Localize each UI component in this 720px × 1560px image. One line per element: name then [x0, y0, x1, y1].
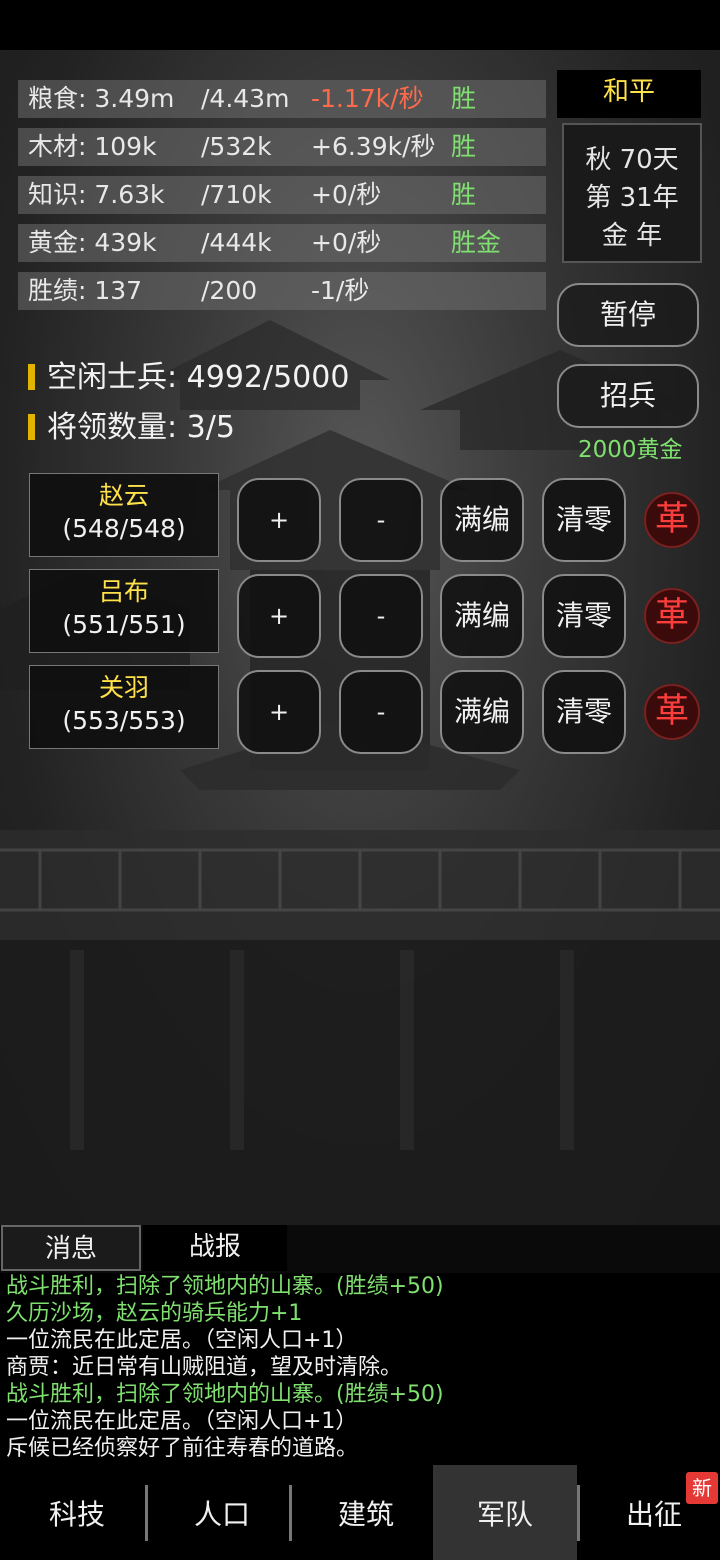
resource-max: /532k — [201, 132, 272, 161]
fill-troops-button[interactable]: 满编 — [440, 574, 524, 658]
general-name: 关羽 — [98, 673, 149, 702]
general-troops: (548/548) — [62, 514, 186, 543]
fill-troops-button[interactable]: 满编 — [440, 478, 524, 562]
resource-max: /710k — [201, 180, 272, 209]
resource-name: 黄金: 439k — [28, 228, 157, 257]
dismiss-general-button[interactable]: 革 — [644, 588, 700, 644]
nav-army[interactable]: 军队 — [433, 1465, 577, 1560]
bottom-nav: 科技 人口 建筑 军队 出征 — [0, 1465, 720, 1560]
add-troops-button[interactable]: + — [237, 478, 321, 562]
resource-tag: 胜 — [451, 180, 477, 209]
dismiss-general-button[interactable]: 革 — [644, 492, 700, 548]
fill-troops-button[interactable]: 满编 — [440, 670, 524, 754]
remove-troops-button[interactable]: - — [339, 478, 423, 562]
resource-row-food: 粮食: 3.49m /4.43m -1.17k/秒 胜 — [18, 80, 546, 118]
general-card-guanyu[interactable]: 关羽 (553/553) — [29, 665, 219, 749]
message-log[interactable]: 战斗胜利，扫除了领地内的山寨。(胜绩+50) 久历沙场，赵云的骑兵能力+1 一位… — [0, 1273, 720, 1465]
resource-tag: 胜金 — [451, 228, 502, 257]
resource-rate: +6.39k/秒 — [311, 132, 436, 161]
remove-troops-button[interactable]: - — [339, 574, 423, 658]
resource-row-victory: 胜绩: 137 /200 -1/秒 — [18, 272, 546, 310]
general-count-stat: 将领数量: 3/5 — [28, 402, 235, 446]
game-screen: 粮食: 3.49m /4.43m -1.17k/秒 胜 木材: 109k /53… — [0, 0, 720, 1560]
add-troops-button[interactable]: + — [237, 670, 321, 754]
resource-row-gold: 黄金: 439k /444k +0/秒 胜金 — [18, 224, 546, 262]
resource-rate: -1/秒 — [311, 276, 370, 305]
clear-troops-button[interactable]: 清零 — [542, 670, 626, 754]
log-tabs: 消息 战报 — [0, 1225, 720, 1273]
peace-status: 和平 — [557, 70, 701, 118]
clear-troops-button[interactable]: 清零 — [542, 574, 626, 658]
general-name: 吕布 — [98, 577, 149, 606]
resource-tag: 胜 — [451, 84, 477, 113]
nav-buildings[interactable]: 建筑 — [294, 1465, 438, 1560]
bullet-bar-icon — [28, 364, 35, 390]
log-line: 一位流民在此定居。（空闲人口+1） — [6, 1328, 358, 1353]
season-day: 秋 70天 — [585, 145, 679, 175]
recruit-cost: 2000黄金 — [578, 437, 683, 463]
resource-row-wood: 木材: 109k /532k +6.39k/秒 胜 — [18, 128, 546, 166]
clear-troops-button[interactable]: 清零 — [542, 478, 626, 562]
add-troops-button[interactable]: + — [237, 574, 321, 658]
nav-divider — [577, 1485, 580, 1541]
nav-divider — [289, 1485, 292, 1541]
resource-tag: 胜 — [451, 132, 477, 161]
element-year: 金 年 — [601, 221, 663, 251]
log-line: 商贾：近日常有山贼阻道，望及时清除。 — [6, 1355, 403, 1380]
nav-divider — [145, 1485, 148, 1541]
nav-tech[interactable]: 科技 — [5, 1465, 149, 1560]
system-status-bar — [0, 0, 720, 50]
resource-rate: -1.17k/秒 — [311, 84, 424, 113]
log-line: 久历沙场，赵云的骑兵能力+1 — [6, 1301, 303, 1326]
general-troops: (551/551) — [62, 610, 186, 639]
idle-soldiers-text: 空闲士兵: 4992/5000 — [47, 360, 350, 395]
general-name: 赵云 — [98, 481, 149, 510]
resource-name: 粮食: 3.49m — [28, 84, 175, 113]
new-badge: 新 — [686, 1472, 718, 1504]
resource-max: /4.43m — [201, 84, 290, 113]
log-line: 一位流民在此定居。（空闲人口+1） — [6, 1409, 358, 1434]
recruit-button[interactable]: 招兵 — [557, 364, 699, 428]
resource-rate: +0/秒 — [311, 180, 382, 209]
general-troops: (553/553) — [62, 706, 186, 735]
resource-row-knowledge: 知识: 7.63k /710k +0/秒 胜 — [18, 176, 546, 214]
bullet-bar-icon — [28, 414, 35, 440]
remove-troops-button[interactable]: - — [339, 670, 423, 754]
log-line: 战斗胜利，扫除了领地内的山寨。(胜绩+50) — [6, 1274, 444, 1299]
date-box: 秋 70天 第 31年 金 年 — [562, 123, 702, 263]
resource-max: /200 — [201, 276, 258, 305]
general-card-lvbu[interactable]: 吕布 (551/551) — [29, 569, 219, 653]
resource-name: 胜绩: 137 — [28, 276, 143, 305]
general-count-text: 将领数量: 3/5 — [47, 410, 235, 445]
log-line: 斥候已经侦察好了前往寿春的道路。 — [6, 1436, 359, 1461]
log-line: 战斗胜利，扫除了领地内的山寨。(胜绩+50) — [6, 1382, 444, 1407]
general-card-zhaoyun[interactable]: 赵云 (548/548) — [29, 473, 219, 557]
pause-button[interactable]: 暂停 — [557, 283, 699, 347]
nav-population[interactable]: 人口 — [150, 1465, 294, 1560]
tab-battle-report[interactable]: 战报 — [143, 1225, 287, 1271]
idle-soldiers-stat: 空闲士兵: 4992/5000 — [28, 352, 349, 396]
resource-rate: +0/秒 — [311, 228, 382, 257]
resource-max: /444k — [201, 228, 272, 257]
year-number: 第 31年 — [585, 183, 679, 213]
tab-messages[interactable]: 消息 — [1, 1225, 141, 1271]
resource-name: 木材: 109k — [28, 132, 157, 161]
dismiss-general-button[interactable]: 革 — [644, 684, 700, 740]
resource-name: 知识: 7.63k — [28, 180, 165, 209]
